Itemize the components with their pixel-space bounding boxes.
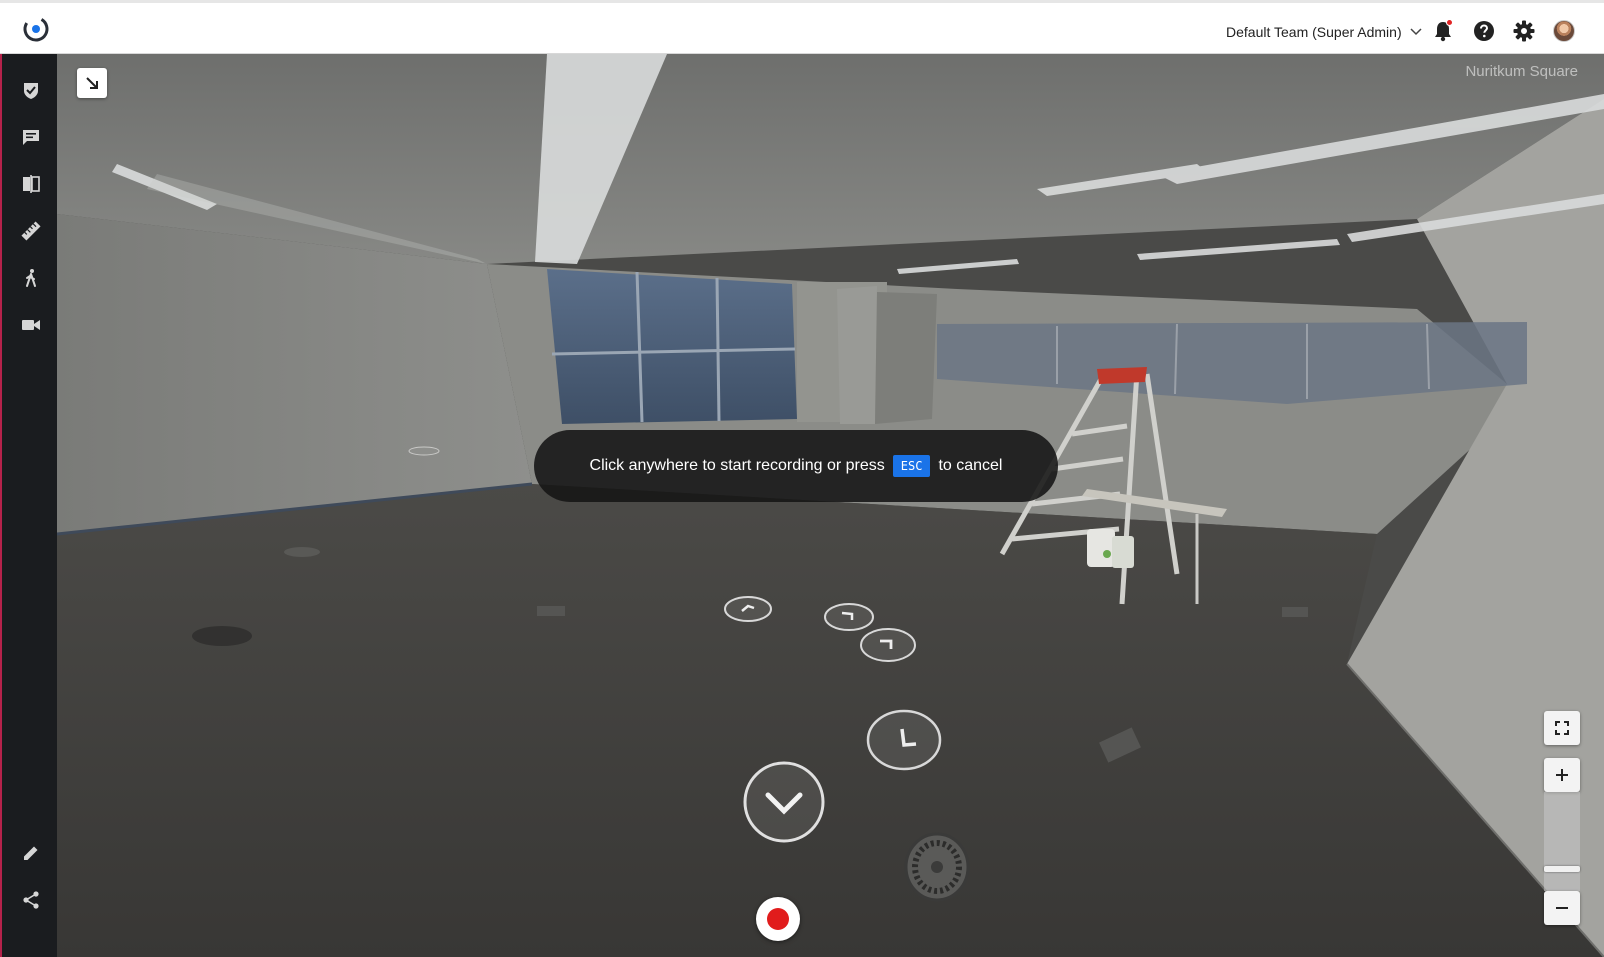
record-dot-icon <box>767 908 789 930</box>
fullscreen-button[interactable] <box>1544 711 1580 745</box>
avatar-image <box>1553 20 1575 42</box>
zoom-out-button[interactable] <box>1544 891 1580 925</box>
fullscreen-icon <box>1555 721 1569 735</box>
nav-down-marker[interactable] <box>741 759 827 845</box>
plus-icon <box>1556 769 1568 781</box>
zoom-slider-track[interactable] <box>1544 792 1580 891</box>
chevron-down-icon <box>1410 28 1422 36</box>
compare-icon[interactable] <box>16 169 46 199</box>
video-camera-icon[interactable] <box>16 310 46 340</box>
user-avatar[interactable] <box>1552 19 1576 43</box>
team-selector[interactable]: Default Team (Super Admin) <box>1226 21 1422 43</box>
panorama-viewer[interactable]: Nuritkum Square Click anywhere to start … <box>57 54 1604 957</box>
left-toolbar <box>0 54 57 957</box>
help-icon[interactable] <box>1472 19 1496 43</box>
minus-icon <box>1556 907 1568 909</box>
esc-key-badge: ESC <box>892 455 931 477</box>
app-logo[interactable] <box>22 15 50 43</box>
office-panorama <box>57 54 1604 957</box>
settings-gear-icon[interactable] <box>1512 19 1536 43</box>
banner-text-before: Click anywhere to start recording or pre… <box>589 457 885 474</box>
ruler-icon[interactable] <box>16 216 46 246</box>
walking-person-icon[interactable] <box>16 263 46 293</box>
notification-dot <box>1446 19 1453 26</box>
space-name: Nuritkum Square <box>1465 63 1578 80</box>
share-icon[interactable] <box>16 885 46 915</box>
zoom-slider-thumb[interactable] <box>1544 866 1580 873</box>
nav-arrow-marker[interactable] <box>864 707 944 773</box>
record-button[interactable] <box>756 897 800 941</box>
zoom-in-button[interactable] <box>1544 758 1580 792</box>
recording-instruction-banner: Click anywhere to start recording or pre… <box>534 430 1058 502</box>
tasks-shield-icon[interactable] <box>16 75 46 105</box>
team-label: Default Team (Super Admin) <box>1226 24 1402 40</box>
nav-arrow-marker[interactable] <box>722 594 774 624</box>
expand-arrow-icon[interactable] <box>77 68 107 98</box>
nav-arrow-marker[interactable] <box>858 626 918 664</box>
top-header: Default Team (Super Admin) <box>0 0 1604 54</box>
pencil-icon[interactable] <box>16 838 46 868</box>
notification-bell-icon[interactable] <box>1431 19 1455 43</box>
banner-text-after: to cancel <box>938 457 1003 474</box>
comment-icon[interactable] <box>16 122 46 152</box>
